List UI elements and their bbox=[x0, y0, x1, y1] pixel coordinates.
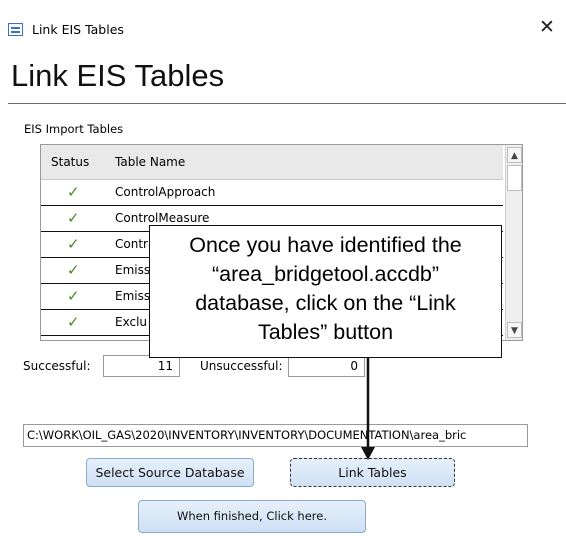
check-icon: ✓ bbox=[67, 313, 80, 331]
header-divider bbox=[8, 103, 566, 104]
scroll-up-arrow-icon[interactable]: ▲ bbox=[507, 147, 522, 163]
vertical-scrollbar[interactable]: ▲ ▼ bbox=[505, 145, 522, 340]
table-name-cell: Emiss bbox=[115, 263, 151, 277]
window-title: Link EIS Tables bbox=[32, 22, 124, 37]
form-icon bbox=[8, 23, 23, 36]
successful-count-field[interactable]: 11 bbox=[103, 355, 180, 377]
successful-label: Successful: bbox=[23, 359, 91, 373]
callout-line-1: Once you have identified the bbox=[189, 233, 462, 257]
scroll-down-arrow-icon[interactable]: ▼ bbox=[507, 322, 522, 338]
table-row[interactable]: ✓ ControlApproach bbox=[41, 180, 503, 206]
check-icon: ✓ bbox=[67, 287, 80, 305]
callout-line-2: “area_bridgetool.accdb” bbox=[211, 262, 440, 286]
table-name-cell: Emiss bbox=[115, 289, 151, 303]
link-tables-button[interactable]: Link Tables bbox=[290, 458, 455, 487]
callout-line-4: Tables” button bbox=[257, 320, 394, 344]
form-heading: Link EIS Tables bbox=[11, 58, 225, 93]
table-name-cell: ControlMeasure bbox=[115, 211, 210, 225]
table-name-cell: ControlApproach bbox=[115, 185, 216, 199]
window-titlebar: Link EIS Tables ✕ bbox=[0, 0, 566, 42]
source-path-field[interactable]: C:\WORK\OIL_GAS\2020\INVENTORY\INVENTORY… bbox=[23, 424, 528, 447]
scroll-thumb[interactable] bbox=[507, 165, 522, 191]
when-finished-button[interactable]: When finished, Click here. bbox=[138, 500, 366, 533]
check-icon: ✓ bbox=[67, 261, 80, 279]
check-icon: ✓ bbox=[67, 235, 80, 253]
column-header-status[interactable]: Status bbox=[51, 155, 89, 169]
table-name-cell: Exclu bbox=[115, 315, 148, 329]
callout-line-3: database, click on the “Link bbox=[195, 291, 456, 315]
unsuccessful-label: Unsuccessful: bbox=[200, 359, 283, 373]
subform-label: EIS Import Tables bbox=[24, 122, 124, 136]
unsuccessful-count-field[interactable]: 0 bbox=[288, 355, 365, 377]
select-source-database-button[interactable]: Select Source Database bbox=[86, 458, 254, 487]
check-icon: ✓ bbox=[67, 209, 80, 227]
instruction-callout: Once you have identified the “area_bridg… bbox=[149, 225, 502, 358]
table-name-cell: Contr bbox=[115, 237, 148, 251]
check-icon: ✓ bbox=[67, 183, 80, 201]
close-button[interactable]: ✕ bbox=[532, 14, 562, 40]
column-header-table-name[interactable]: Table Name bbox=[115, 155, 185, 169]
list-header: Status Table Name bbox=[41, 145, 503, 180]
